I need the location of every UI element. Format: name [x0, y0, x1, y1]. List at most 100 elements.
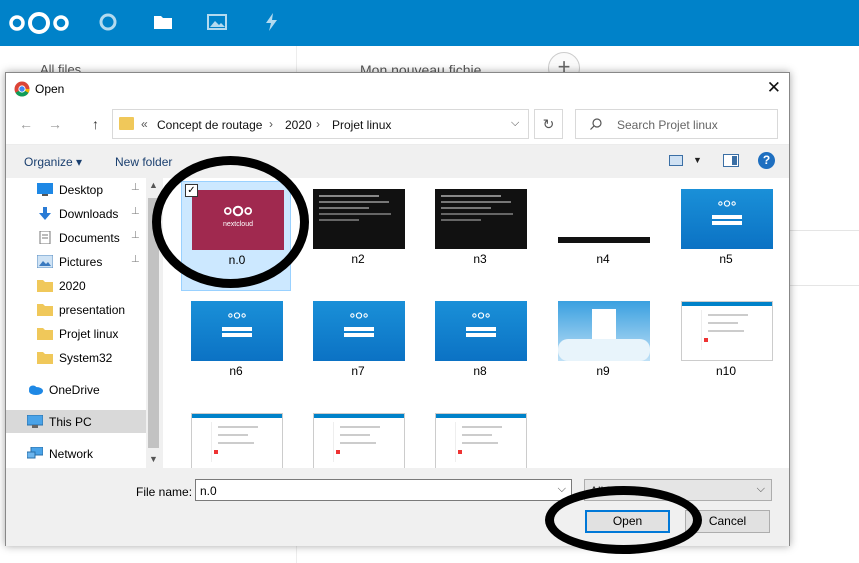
file-thumbnail [313, 189, 405, 249]
sidebar-item-presentation[interactable]: presentation [6, 298, 146, 321]
organize-menu[interactable]: Organize ▾ [24, 155, 82, 169]
file-item[interactable]: n7 [303, 293, 413, 403]
refresh-button[interactable]: ↻ [534, 109, 563, 139]
back-button[interactable]: ← [19, 116, 33, 132]
photos-icon[interactable] [207, 12, 227, 32]
file-name: n.0 [228, 253, 246, 267]
file-item[interactable]: n2 [303, 181, 413, 291]
sidebar-item-this-pc[interactable]: This PC [6, 410, 146, 433]
file-name: n5 [719, 252, 733, 266]
forward-button[interactable]: → [48, 116, 62, 132]
sidebar-item-downloads[interactable]: Downloads ⊥ [6, 202, 146, 225]
file-name: n8 [473, 364, 487, 378]
chevron-down-icon[interactable]: ⌵ [558, 483, 566, 496]
network-icon [27, 447, 43, 459]
file-item[interactable]: n5 [671, 181, 781, 291]
file-thumbnail [558, 189, 650, 249]
file-name-input[interactable]: n.0 ⌵ [195, 479, 572, 501]
pictures-icon [37, 255, 53, 268]
sidebar-item-system32[interactable]: System32 [6, 346, 146, 369]
sidebar-item-label: Projet linux [59, 327, 119, 341]
view-dropdown[interactable]: ▼ [693, 155, 702, 165]
scrollbar-thumb[interactable] [148, 198, 159, 448]
address-bar[interactable]: « Concept de routage › 2020 › Projet lin… [112, 109, 529, 139]
folder-icon [37, 280, 53, 292]
breadcrumb-item[interactable]: Concept de routage [157, 118, 262, 132]
sidebar-item-label: Network [49, 447, 94, 461]
nextcloud-logo[interactable] [6, 9, 72, 37]
pin-icon[interactable]: ⊥ [131, 230, 140, 241]
file-item[interactable]: n4 [548, 181, 658, 291]
file-name: n2 [351, 252, 365, 266]
chevron-right-icon[interactable]: › [269, 117, 273, 131]
file-thumbnail [435, 413, 527, 473]
file-thumbnail [313, 301, 405, 361]
up-button[interactable]: ↑ [92, 116, 99, 132]
file-name-value: n.0 [200, 484, 217, 498]
sidebar-item-2020[interactable]: 2020 [6, 274, 146, 297]
breadcrumb-item[interactable]: Projet linux [332, 118, 391, 132]
address-overflow[interactable]: « [141, 117, 148, 131]
navigation-scrollbar[interactable]: ▲ ▼ [146, 178, 161, 468]
nextcloud-header [0, 0, 859, 46]
dialog-titlebar[interactable]: Open ✕ [6, 73, 789, 104]
folder-icon [37, 304, 53, 316]
view-icon[interactable] [669, 155, 683, 166]
file-item[interactable]: nextcloud n.0 ✓ [181, 181, 291, 291]
file-item[interactable]: n10 [671, 293, 781, 403]
sidebar-item-documents[interactable]: Documents ⊥ [6, 226, 146, 249]
scroll-down-arrow[interactable]: ▼ [149, 454, 158, 464]
file-item[interactable]: n6 [181, 293, 291, 403]
onedrive-icon [29, 385, 43, 395]
open-button[interactable]: Open [585, 510, 670, 533]
chevron-down-icon[interactable]: ⌵ [511, 117, 519, 130]
folder-icon [37, 352, 53, 364]
folder-icon [119, 117, 134, 130]
file-item[interactable]: n3 [425, 181, 535, 291]
address-row: ← → ↑ « Concept de routage › 2020 › Proj… [6, 104, 789, 144]
scroll-up-arrow[interactable]: ▲ [149, 180, 158, 190]
chevron-right-icon[interactable]: › [316, 117, 320, 131]
sidebar-item-label: Desktop [59, 183, 104, 197]
sidebar-item-label: presentation [59, 303, 126, 317]
file-name: n4 [596, 252, 610, 266]
close-icon[interactable]: ✕ [767, 78, 781, 98]
sidebar-item-label: Downloads [59, 207, 119, 221]
file-thumbnail [558, 301, 650, 361]
file-type-select[interactable]: All Files ⌵ [584, 479, 772, 501]
file-name: n6 [229, 364, 243, 378]
help-icon[interactable]: ? [758, 152, 775, 169]
sidebar-item-network[interactable]: Network [6, 442, 146, 465]
search-input[interactable]: Search Projet linux [575, 109, 778, 139]
desktop-icon [37, 183, 53, 196]
sidebar-item-desktop[interactable]: Desktop ⊥ [6, 178, 146, 201]
file-thumbnail [191, 413, 283, 473]
file-name: n9 [596, 364, 610, 378]
search-icon [590, 118, 602, 130]
preview-pane-icon[interactable] [723, 154, 739, 167]
sidebar-item-projet-linux[interactable]: Projet linux [6, 322, 146, 345]
sidebar-item-label: Documents [59, 231, 120, 245]
file-item[interactable]: n8 [425, 293, 535, 403]
search-placeholder: Search Projet linux [617, 118, 718, 132]
file-name: n7 [351, 364, 365, 378]
pin-icon[interactable]: ⊥ [131, 206, 140, 217]
pin-icon[interactable]: ⊥ [131, 182, 140, 193]
file-item[interactable]: n9 [548, 293, 658, 403]
file-thumbnail [435, 301, 527, 361]
sidebar-item-label: Pictures [59, 255, 103, 269]
file-thumbnail: nextcloud [192, 190, 284, 250]
file-name: n10 [715, 364, 737, 378]
breadcrumb-item[interactable]: 2020 [285, 118, 312, 132]
activity-icon[interactable] [262, 12, 282, 32]
cancel-button[interactable]: Cancel [685, 510, 770, 533]
files-icon[interactable] [153, 12, 173, 32]
dashboard-icon[interactable] [98, 12, 118, 32]
checkbox-icon[interactable]: ✓ [185, 184, 198, 197]
chevron-down-icon[interactable]: ⌵ [757, 483, 765, 496]
new-folder-button[interactable]: New folder [115, 155, 172, 169]
sidebar-item-onedrive[interactable]: OneDrive [6, 378, 146, 401]
sidebar-item-pictures[interactable]: Pictures ⊥ [6, 250, 146, 273]
sidebar-item-label: OneDrive [49, 383, 100, 397]
pin-icon[interactable]: ⊥ [131, 254, 140, 265]
